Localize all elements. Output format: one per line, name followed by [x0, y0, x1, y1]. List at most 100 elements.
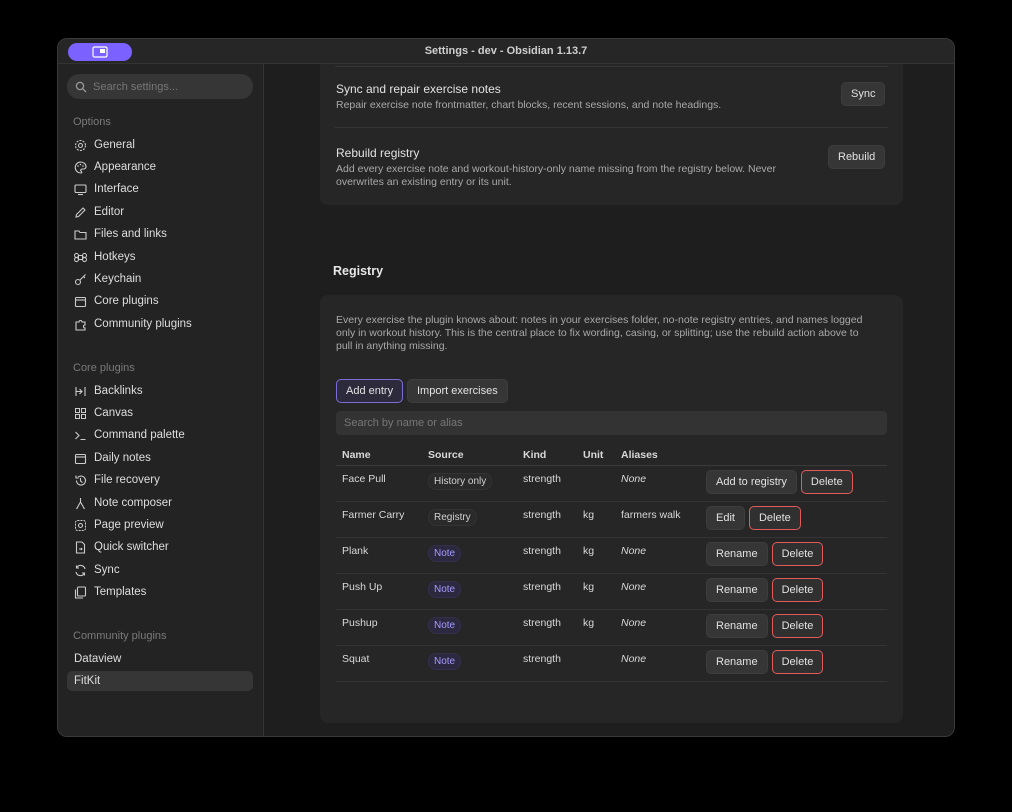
- sidebar-item-page-preview[interactable]: Page preview: [67, 515, 253, 535]
- rebuild-setting-title: Rebuild registry: [336, 146, 420, 160]
- sidebar-item-general[interactable]: General: [67, 135, 253, 155]
- table-row: Pushup Note strength kg None Rename Dele…: [336, 609, 887, 646]
- delete-button[interactable]: Delete: [771, 577, 824, 602]
- file-icon: [74, 540, 87, 554]
- sidebar-item-quick-switcher[interactable]: Quick switcher: [67, 537, 253, 557]
- sidebar-item-appearance[interactable]: Appearance: [67, 157, 253, 177]
- settings-sidebar: Options General Appearance Interface Edi…: [58, 64, 264, 736]
- search-icon: [75, 81, 87, 92]
- registry-description-line-1: Every exercise the plugin knows about: n…: [336, 314, 863, 326]
- sidebar-item-templates[interactable]: Templates: [67, 582, 253, 602]
- cell-aliases: farmers walk: [615, 501, 700, 538]
- cell-actions: Add to registry Delete: [700, 465, 887, 502]
- sidebar-item-note-composer[interactable]: Note composer: [67, 493, 253, 513]
- sidebar-item-interface[interactable]: Interface: [67, 179, 253, 199]
- table-header-row: Name Source Kind Unit Aliases: [336, 445, 887, 466]
- sidebar-item-files-and-links[interactable]: Files and links: [67, 224, 253, 244]
- rename-button[interactable]: Rename: [706, 577, 768, 602]
- rename-button[interactable]: Rename: [706, 613, 768, 638]
- sidebar-item-keychain[interactable]: Keychain: [67, 269, 253, 289]
- cell-actions: Rename Delete: [700, 537, 887, 574]
- rebuild-button[interactable]: Rebuild: [828, 145, 886, 169]
- cell-source: Note: [422, 573, 517, 610]
- delete-button[interactable]: Delete: [748, 505, 801, 530]
- cell-source: Note: [422, 537, 517, 574]
- sidebar-item-canvas[interactable]: Canvas: [67, 403, 253, 423]
- pencil-icon: [74, 206, 87, 219]
- import-exercises-button[interactable]: Import exercises: [407, 379, 508, 403]
- cell-name: Pushup: [336, 609, 422, 646]
- registry-search-input[interactable]: [344, 417, 864, 429]
- sidebar-item-daily-notes[interactable]: Daily notes: [67, 448, 253, 468]
- settings-content: Sync and repair exercise notes Repair ex…: [265, 64, 954, 736]
- sidebar-item-label: Page preview: [94, 519, 164, 531]
- calendar-icon: [74, 452, 87, 465]
- column-header-source: Source: [422, 445, 517, 466]
- sidebar-item-sync[interactable]: Sync: [67, 560, 253, 580]
- column-header-actions: [700, 445, 887, 466]
- cell-name: Push Up: [336, 573, 422, 610]
- rebuild-setting-description-line-2: overwrites an existing entry or its unit…: [336, 176, 512, 188]
- rename-button[interactable]: Rename: [706, 541, 768, 566]
- add-to-registry-button[interactable]: Add to registry: [706, 469, 797, 494]
- sidebar-item-backlinks[interactable]: Backlinks: [67, 381, 253, 401]
- delete-button[interactable]: Delete: [771, 613, 824, 638]
- sidebar-item-label: Community plugins: [94, 318, 192, 330]
- community-plugins-section-label: Community plugins: [73, 630, 167, 642]
- registry-search[interactable]: [336, 411, 887, 435]
- divider: [335, 66, 888, 67]
- registry-table: Name Source Kind Unit Aliases Face Pull …: [336, 445, 887, 682]
- delete-button[interactable]: Delete: [800, 469, 853, 494]
- sidebar-item-label: Hotkeys: [94, 251, 136, 263]
- sync-button[interactable]: Sync: [841, 82, 886, 106]
- sidebar-item-core-plugins[interactable]: Core plugins: [67, 291, 253, 311]
- sidebar-item-label: Templates: [94, 586, 147, 598]
- sidebar-item-label: Command palette: [94, 429, 185, 441]
- rename-button[interactable]: Rename: [706, 649, 768, 674]
- sync-icon: [74, 564, 87, 577]
- sidebar-item-fitkit[interactable]: FitKit: [67, 671, 253, 691]
- delete-button[interactable]: Delete: [771, 649, 824, 674]
- settings-search-input[interactable]: [93, 80, 243, 93]
- cell-source: History only: [422, 465, 517, 502]
- cell-actions: Rename Delete: [700, 573, 887, 610]
- source-badge: History only: [428, 472, 493, 490]
- sync-setting-title: Sync and repair exercise notes: [336, 82, 501, 96]
- settings-window: Settings - dev - Obsidian 1.13.7 Options…: [57, 38, 955, 737]
- delete-button[interactable]: Delete: [771, 541, 824, 566]
- cell-name: Face Pull: [336, 465, 422, 502]
- cell-aliases: None: [615, 645, 700, 682]
- registry-description-line-2: only in workout history. This is the cen…: [336, 327, 859, 339]
- sidebar-item-label: Editor: [94, 206, 125, 218]
- folder-icon: [74, 228, 87, 241]
- command-icon: [74, 251, 87, 264]
- cell-unit: kg: [577, 609, 615, 646]
- sidebar-item-label: Sync: [94, 564, 120, 576]
- cell-name: Farmer Carry: [336, 501, 422, 538]
- sidebar-item-dataview[interactable]: Dataview: [67, 649, 253, 669]
- sidebar-item-hotkeys[interactable]: Hotkeys: [67, 247, 253, 267]
- add-entry-button[interactable]: Add entry: [336, 379, 404, 403]
- source-badge: Note: [428, 616, 462, 634]
- sidebar-item-label: File recovery: [94, 474, 160, 486]
- cell-unit: kg: [577, 537, 615, 574]
- cell-kind: strength: [517, 645, 577, 682]
- templates-icon: [74, 585, 87, 599]
- cell-name: Squat: [336, 645, 422, 682]
- table-row: Plank Note strength kg None Rename Delet…: [336, 537, 887, 574]
- history-icon: [74, 474, 87, 487]
- cell-unit: kg: [577, 573, 615, 610]
- sidebar-item-editor[interactable]: Editor: [67, 202, 253, 222]
- maintenance-card: Sync and repair exercise notes Repair ex…: [320, 64, 903, 205]
- sidebar-item-community-plugins[interactable]: Community plugins: [67, 314, 253, 334]
- sidebar-item-command-palette[interactable]: Command palette: [67, 425, 253, 445]
- sidebar-item-file-recovery[interactable]: File recovery: [67, 470, 253, 490]
- edit-button[interactable]: Edit: [706, 505, 745, 530]
- options-section-label: Options: [73, 116, 111, 128]
- column-header-name: Name: [336, 445, 422, 466]
- title-bar: Settings - dev - Obsidian 1.13.7: [58, 39, 954, 64]
- cell-aliases: None: [615, 465, 700, 502]
- registry-description-line-3: pull in anything missing.: [336, 340, 448, 352]
- settings-search[interactable]: [67, 74, 253, 99]
- key-icon: [74, 273, 87, 286]
